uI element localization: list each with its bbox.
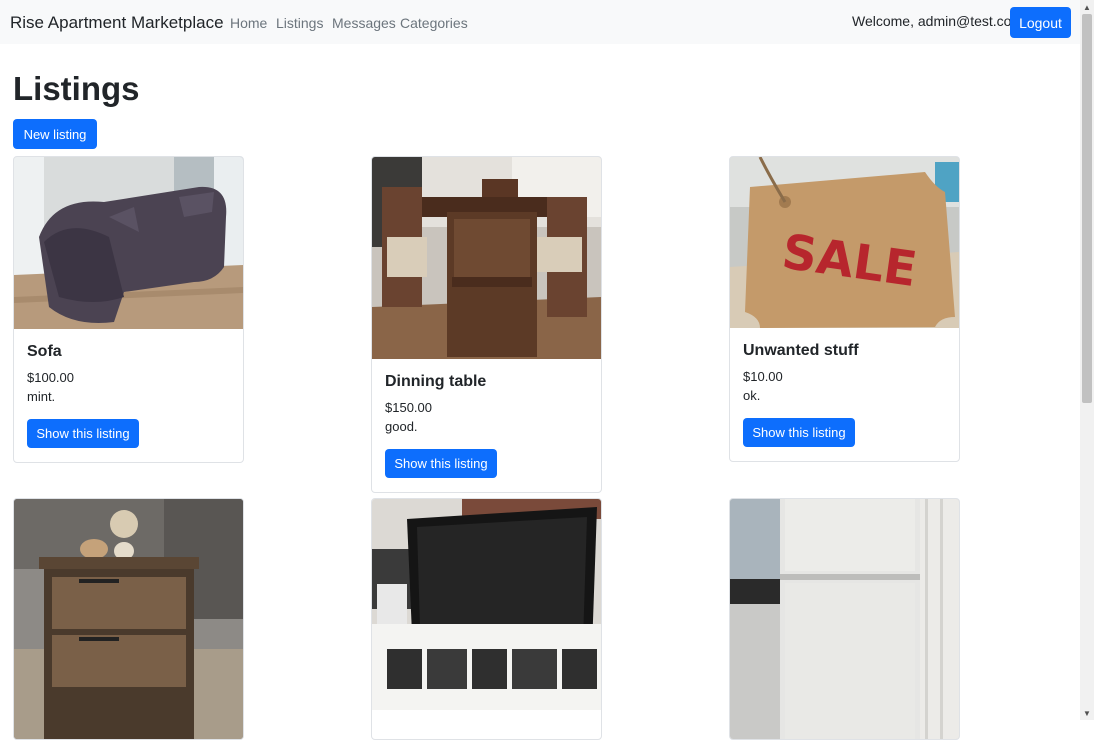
listing-price: $10.00	[743, 369, 783, 384]
listing-price: $150.00	[385, 400, 432, 415]
sale-tag-photo[interactable]: SALE	[730, 157, 959, 328]
listing-card	[13, 498, 244, 740]
listing-title: Unwanted stuff	[743, 342, 859, 359]
listing-description: good.	[385, 419, 418, 434]
scroll-up-icon[interactable]: ▲	[1080, 0, 1094, 14]
listing-card	[371, 498, 602, 740]
listing-title: Dinning table	[385, 373, 487, 390]
listing-card-dining-table: Dinning table $150.00 good. Show this li…	[371, 156, 602, 493]
listing-card	[729, 498, 960, 740]
listing-title: Sofa	[27, 343, 62, 360]
listing-description: mint.	[27, 389, 56, 404]
nav-messages[interactable]: Messages	[332, 15, 396, 31]
listing-description: ok.	[743, 388, 761, 403]
logout-button[interactable]: Logout	[1010, 7, 1071, 38]
show-listing-button[interactable]: Show this listing	[27, 419, 139, 448]
listing-card-sofa: Sofa $100.00 mint. Show this listing	[13, 156, 244, 463]
page-scrollbar[interactable]: ▲ ▼	[1080, 0, 1094, 720]
dining-table-photo[interactable]	[372, 157, 601, 359]
sofa-photo[interactable]	[14, 157, 243, 329]
nav-categories[interactable]: Categories	[400, 15, 468, 31]
new-listing-button[interactable]: New listing	[13, 119, 97, 149]
nav-listings[interactable]: Listings	[276, 15, 323, 31]
page-title: Listings	[13, 70, 140, 107]
bedside-drawers-photo[interactable]	[14, 499, 243, 739]
show-listing-button[interactable]: Show this listing	[743, 418, 855, 447]
nav-home[interactable]: Home	[230, 15, 267, 31]
welcome-text: Welcome, admin@test.com	[852, 13, 1024, 29]
show-listing-button[interactable]: Show this listing	[385, 449, 497, 478]
listing-card-unwanted-stuff: SALE Unwanted stuff $10.00 ok. Show this…	[729, 156, 960, 462]
fridge-photo[interactable]	[730, 499, 959, 739]
scroll-down-icon[interactable]: ▼	[1080, 706, 1094, 720]
listing-price: $100.00	[27, 370, 74, 385]
navbar: Rise Apartment Marketplace Home Listings…	[0, 0, 1080, 44]
scroll-thumb[interactable]	[1082, 14, 1092, 403]
tv-stand-photo[interactable]	[372, 499, 601, 710]
brand-link[interactable]: Rise Apartment Marketplace	[10, 13, 224, 33]
